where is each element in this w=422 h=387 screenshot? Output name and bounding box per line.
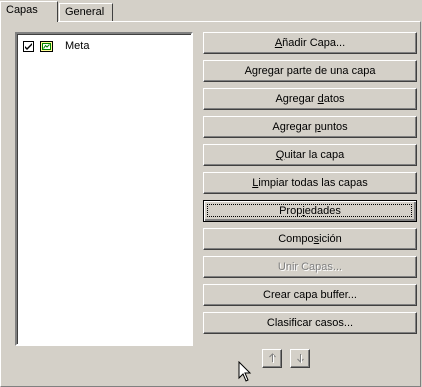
classify-cases-button[interactable]: Clasificar casos... <box>203 312 417 334</box>
focus-rect <box>207 204 412 217</box>
label-part: impiar todas las capas <box>258 177 368 189</box>
label-part: atos <box>323 93 345 105</box>
add-layer-button[interactable]: Añadir Capa... <box>203 32 417 54</box>
tab-bar: Capas General <box>0 0 422 22</box>
tab-general[interactable]: General <box>59 3 113 21</box>
layer-map-icon <box>40 40 53 52</box>
arrow-down-icon <box>297 354 304 363</box>
properties-button[interactable]: Propiedades <box>203 200 417 222</box>
label-part: uitar la capa <box>284 149 345 161</box>
list-item[interactable]: Meta <box>23 38 89 54</box>
layer-name: Meta <box>65 40 90 52</box>
label-part: Agregar parte de una capa <box>244 65 376 77</box>
label-part: Compo <box>278 233 314 245</box>
checkmark-icon <box>25 42 32 50</box>
add-data-button[interactable]: Agregar datos <box>203 88 417 110</box>
mouse-pointer-icon <box>238 360 252 383</box>
composition-button[interactable]: Composición <box>203 228 417 250</box>
label-part: ñadir Capa... <box>282 37 346 49</box>
layer-list[interactable]: Meta <box>15 32 193 346</box>
create-buffer-layer-button[interactable]: Crear capa buffer... <box>203 284 417 306</box>
remove-layer-button[interactable]: Quitar la capa <box>203 144 417 166</box>
join-layers-button[interactable]: Unir Capas... <box>203 256 417 278</box>
move-layer-up-button[interactable] <box>262 349 282 368</box>
label-part: Clasificar casos... <box>266 317 354 329</box>
tab-panel-capas: Meta Añadir Capa... Agregar parte de una… <box>0 21 421 387</box>
arrow-up-icon <box>269 353 276 363</box>
label-part: Agregar <box>275 93 318 105</box>
add-layer-part-button[interactable]: Agregar parte de una capa <box>203 60 417 82</box>
label-part: Unir Capas... <box>277 261 343 273</box>
layer-visibility-checkbox[interactable] <box>23 40 34 52</box>
move-layer-down-button[interactable] <box>290 349 310 368</box>
label-part: untos <box>320 121 348 133</box>
add-points-button[interactable]: Agregar puntos <box>203 116 417 138</box>
clear-all-layers-button[interactable]: Limpiar todas las capas <box>203 172 417 194</box>
label-part: ición <box>319 233 342 245</box>
label-part: Crear capa buffer... <box>263 289 357 301</box>
tab-capas[interactable]: Capas <box>0 1 58 22</box>
label-part: Agregar <box>272 121 315 133</box>
